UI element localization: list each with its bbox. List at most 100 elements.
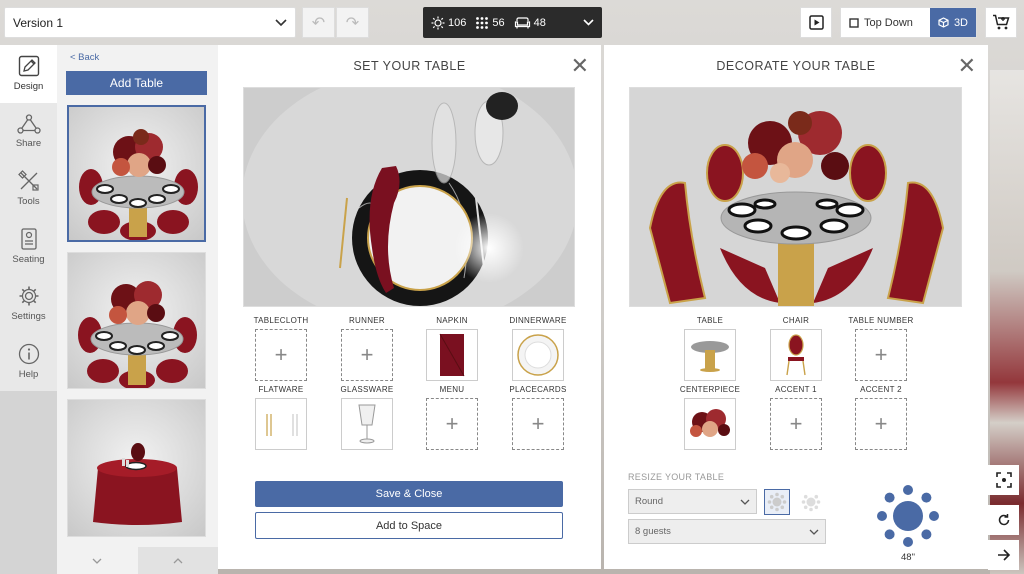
flatware-image (266, 414, 298, 436)
sofa-icon (514, 17, 530, 29)
full-seating-layout-option[interactable] (764, 489, 790, 515)
place-setting-image (244, 88, 574, 306)
plus-icon: + (274, 342, 288, 367)
round-seating-icon (767, 492, 787, 512)
share-icon (16, 114, 41, 134)
pencil-icon (18, 56, 39, 77)
accent-2-slot[interactable]: ACCENT 2 + (846, 385, 916, 450)
back-link[interactable]: < Back (70, 52, 99, 63)
dinnerware-thumbnail[interactable] (512, 329, 564, 381)
table-thumbnail-item[interactable] (684, 329, 736, 381)
tool-settings[interactable]: Settings (0, 275, 57, 333)
chevron-down-icon (583, 19, 594, 26)
save-close-button[interactable]: Save & Close (255, 481, 563, 507)
menu-slot[interactable]: MENU + (417, 385, 487, 450)
close-icon: ✕ (570, 53, 589, 78)
undo-icon: ↶ (311, 14, 326, 32)
square-icon (849, 17, 859, 28)
close-button[interactable]: ✕ (571, 55, 589, 77)
add-to-cart-button[interactable] (985, 7, 1017, 38)
redo-button[interactable]: ↷ (336, 7, 369, 38)
accent-1-slot[interactable]: ACCENT 1 + (761, 385, 831, 450)
table-shape-select[interactable]: Round (628, 489, 757, 514)
chair-slot[interactable]: CHAIR (761, 316, 831, 381)
chevron-down-icon (275, 18, 287, 26)
table-thumbnail[interactable] (67, 252, 206, 389)
runner-slot[interactable]: RUNNER + (332, 316, 402, 381)
plus-icon: + (531, 411, 545, 436)
scroll-up-button[interactable] (137, 547, 218, 574)
place-setting-preview[interactable] (243, 87, 575, 307)
flatware-slot[interactable]: FLATWARE (246, 385, 316, 450)
chair-thumbnail[interactable] (770, 329, 822, 381)
add-placecards-button[interactable]: + (512, 398, 564, 450)
light-icon (431, 16, 445, 29)
top-down-view-option[interactable]: Top Down (841, 8, 921, 37)
table-thumbnail[interactable] (67, 399, 206, 537)
table-number-slot[interactable]: TABLE NUMBER + (846, 316, 916, 381)
panel-title: SET YOUR TABLE (353, 59, 466, 73)
table-size-label: 48" (901, 552, 915, 563)
dinnerware-slot[interactable]: DINNERWARE (503, 316, 573, 381)
version-label: Version 1 (13, 15, 64, 30)
tools-icon (17, 170, 39, 191)
add-menu-button[interactable]: + (426, 398, 478, 450)
preview-play-button[interactable] (800, 7, 832, 38)
version-select[interactable]: Version 1 (4, 7, 296, 38)
glassware-thumbnail[interactable] (341, 398, 393, 450)
glassware-slot[interactable]: GLASSWARE (332, 385, 402, 450)
resize-table-section: RESIZE YOUR TABLE Round 8 guests 48" (604, 460, 988, 569)
guest-count-select[interactable]: 8 guests (628, 519, 826, 544)
fit-view-button[interactable] (988, 465, 1019, 495)
table-slot[interactable]: TABLE (675, 316, 745, 381)
tool-sidebar: Design Share Tools Seating Settings Help (0, 45, 57, 391)
item-counts-bar[interactable]: 106 56 48 (423, 7, 602, 38)
flatware-thumbnail[interactable] (255, 398, 307, 450)
rotate-button[interactable] (988, 505, 1019, 535)
thumbnail-scroll-nav (57, 547, 218, 574)
cube-icon (938, 17, 949, 28)
centerpiece-slot[interactable]: CENTERPIECE (675, 385, 745, 450)
set-table-panel: SET YOUR TABLE ✕ TABLECLOTH + RUNNER + N… (218, 45, 601, 569)
napkin-slot[interactable]: NAPKIN (417, 316, 487, 381)
chevron-up-icon (173, 557, 183, 563)
next-button[interactable] (988, 540, 1019, 570)
seats-count: 56 (475, 16, 505, 30)
table-render-image (78, 281, 197, 388)
centerpiece-thumbnail[interactable] (684, 398, 736, 450)
placecards-slot[interactable]: PLACECARDS + (503, 385, 573, 450)
table-thumbnail[interactable] (67, 105, 206, 242)
scroll-down-button[interactable] (57, 547, 138, 574)
plate-image (517, 334, 559, 376)
tool-help[interactable]: Help (0, 333, 57, 391)
view-mode-toggle[interactable]: Top Down 3D (840, 7, 977, 38)
play-icon (808, 15, 824, 30)
close-button[interactable]: ✕ (958, 55, 976, 77)
add-to-space-button[interactable]: Add to Space (255, 512, 563, 539)
half-seating-layout-option[interactable] (798, 489, 824, 515)
seat-grid-icon (476, 16, 489, 29)
table-3d-preview[interactable] (629, 87, 962, 307)
add-runner-button[interactable]: + (341, 329, 393, 381)
napkin-image (439, 333, 465, 377)
decorate-table-panel: DECORATE YOUR TABLE ✕ TABLE CHAIR TABLE … (604, 45, 988, 460)
add-accent-2-button[interactable]: + (855, 398, 907, 450)
tool-design[interactable]: Design (0, 45, 57, 103)
tool-seating[interactable]: Seating (0, 218, 57, 276)
undo-button[interactable]: ↶ (302, 7, 335, 38)
tool-share[interactable]: Share (0, 103, 57, 161)
napkin-thumbnail[interactable] (426, 329, 478, 381)
tablecloth-slot[interactable]: TABLECLOTH + (246, 316, 316, 381)
focus-icon (995, 472, 1012, 488)
add-table-button[interactable]: Add Table (66, 71, 207, 95)
tool-tools[interactable]: Tools (0, 160, 57, 218)
close-icon: ✕ (957, 53, 976, 78)
chevron-down-icon (809, 529, 819, 535)
section-title: RESIZE YOUR TABLE (628, 472, 725, 482)
add-table-number-button[interactable]: + (855, 329, 907, 381)
add-tablecloth-button[interactable]: + (255, 329, 307, 381)
3d-view-option[interactable]: 3D (929, 8, 976, 37)
decorated-table-image (630, 88, 961, 306)
add-accent-1-button[interactable]: + (770, 398, 822, 450)
background-venue (990, 70, 1024, 574)
